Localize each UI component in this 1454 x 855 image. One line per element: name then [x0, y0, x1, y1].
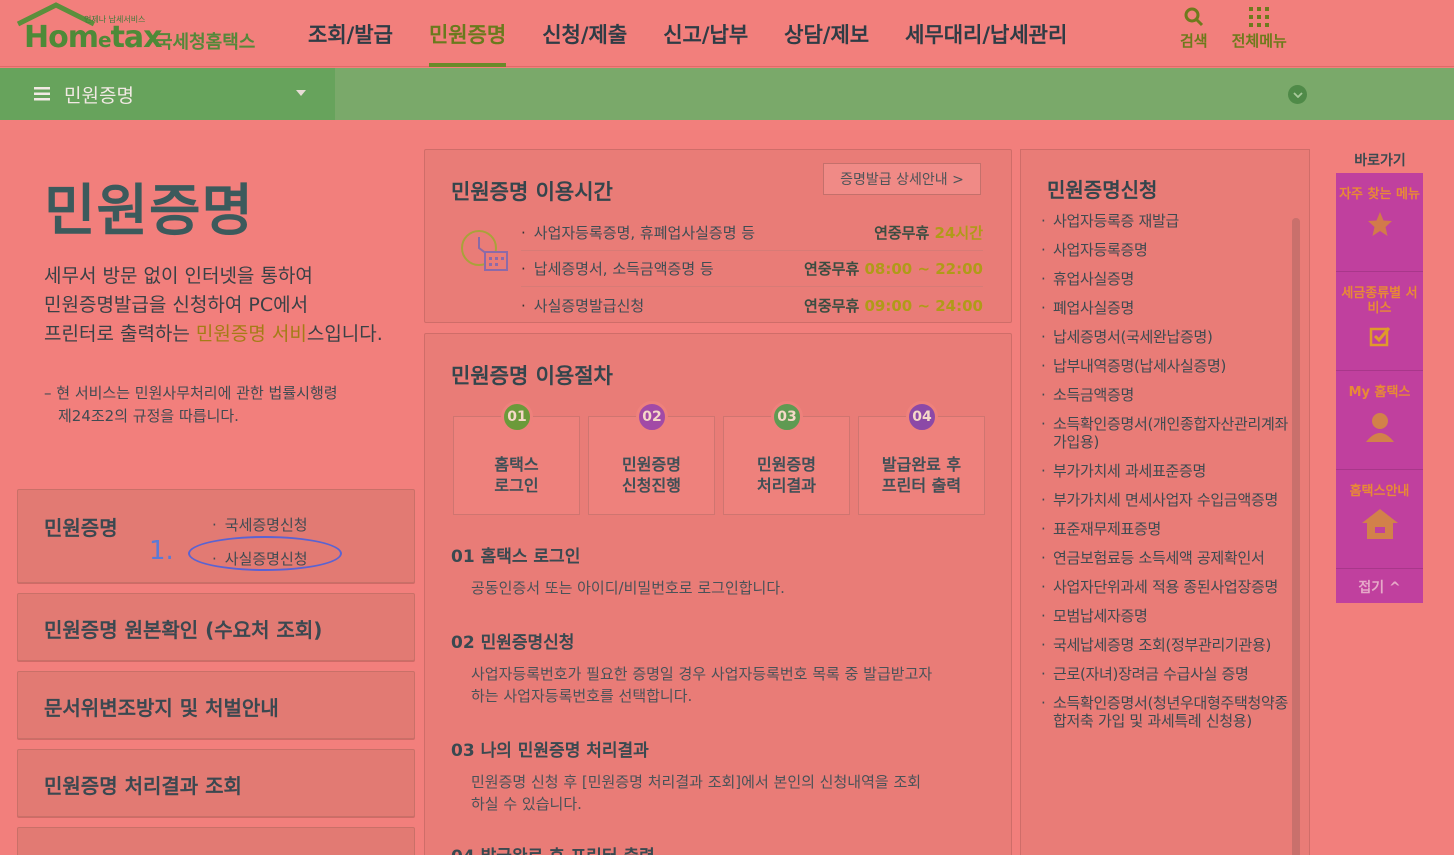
apply-item[interactable]: 사업자등록증명 [1041, 241, 1289, 259]
result-inquiry-box[interactable]: 민원증명 처리결과 조회 [17, 749, 415, 817]
grid-icon [1249, 7, 1270, 27]
nav-tax-agent[interactable]: 세무대리/납세관리 [887, 0, 1085, 67]
procedure-item: 01 홈택스 로그인 공동인증서 또는 아이디/비밀번호로 로그인합니다. [451, 547, 785, 597]
quick-hometax-guide[interactable]: 홈택스안내 [1336, 470, 1423, 569]
procedure-steps: 01 홈택스 로그인 02 민원증명 신청진행 03 민원증명 처리결과 04 발급완… [453, 401, 985, 515]
procedure-item: 02 민원증명신청 사업자등록번호가 필요한 증명일 경우 사업자등록번호 목록… [451, 633, 933, 705]
header: 언제나 납세서비스 Hometax 국세청홈택스 조회/발급 민원증명 신청/제… [0, 0, 1454, 67]
apply-item[interactable]: 납부내역증명(납세사실증명) [1041, 357, 1289, 375]
hours-row: 사실증명발급신청 연중무휴 09:00 ~ 24:00 [521, 287, 983, 323]
nav-report[interactable]: 신고/납부 [645, 0, 766, 67]
more-box[interactable] [17, 827, 415, 855]
annotation-ellipse-1 [188, 536, 342, 571]
header-tools: 검색 전체메뉴 [1180, 6, 1287, 51]
apply-title: 민원증명신청 [1047, 178, 1158, 202]
apply-item[interactable]: 소득확인증명서(청년우대형주택청약종합저축 가입 및 과세특례 신청용) [1041, 694, 1289, 730]
apply-item[interactable]: 소득금액증명 [1041, 386, 1289, 404]
checkbox-icon [1369, 327, 1390, 347]
step-card: 02 민원증명 신청진행 [588, 401, 715, 515]
apply-item[interactable]: 폐업사실증명 [1041, 299, 1289, 317]
user-icon [1365, 413, 1394, 442]
clock-calendar-icon [461, 230, 508, 271]
location-bar: 민원증명 [0, 68, 1454, 120]
hamburger-icon [34, 87, 50, 101]
certificate-box: 민원증명 국세증명신청 사실증명신청 [17, 489, 415, 583]
apply-scrollbar[interactable] [1292, 218, 1300, 855]
location-dropdown[interactable]: 민원증명 [0, 68, 335, 120]
hours-table: 사업자등록증명, 휴폐업사실증명 등 연중무휴 24시간 납세증명서, 소득금액… [521, 215, 983, 323]
procedure-item: 04 발급완료 후 프린터 출력 [451, 842, 991, 855]
apply-item[interactable]: 부가가치세 과세표준증명 [1041, 462, 1289, 480]
original-verify-box[interactable]: 민원증명 원본확인 (수요처 조회) [17, 593, 415, 661]
hours-panel: 민원증명 이용시간 증명발급 상세안내 > 사업자등록증명, 휴폐업사실증명 등… [424, 149, 1012, 323]
home-guide-icon [1361, 509, 1398, 539]
procedure-title: 민원증명 이용절차 [451, 364, 613, 388]
location-current: 민원증명 [64, 84, 134, 107]
apply-item[interactable]: 표준재무제표증명 [1041, 520, 1289, 538]
detail-guide-button[interactable]: 증명발급 상세안내 > [823, 163, 981, 195]
all-menu-label: 전체메뉴 [1231, 32, 1287, 50]
apply-panel: 민원증명신청 사업자등록증 재발급 사업자등록증명 휴업사실증명 폐업사실증명 … [1020, 149, 1310, 855]
logo-korname: 국세청홈택스 [156, 32, 256, 53]
apply-item[interactable]: 소득확인증명서(개인종합자산관리계좌 가입용) [1041, 415, 1289, 451]
search-button[interactable]: 검색 [1180, 6, 1208, 51]
location-arrow [315, 68, 335, 120]
certificate-box-title: 민원증명 [44, 516, 118, 540]
apply-item[interactable]: 연금보험료등 소득세액 공제확인서 [1041, 549, 1289, 567]
nav-consult[interactable]: 상담/제보 [766, 0, 887, 67]
hometax-logo[interactable]: 언제나 납세서비스 Hometax 국세청홈택스 [16, 2, 266, 62]
logo-brand: Hometax [24, 20, 162, 55]
star-icon [1367, 212, 1392, 236]
apply-list: 사업자등록증 재발급 사업자등록증명 휴업사실증명 폐업사실증명 납세증명서(국… [1041, 212, 1289, 741]
apply-item[interactable]: 근로(자녀)장려금 수급사실 증명 [1041, 665, 1289, 683]
hours-row: 납세증명서, 소득금액증명 등 연중무휴 08:00 ~ 22:00 [521, 251, 983, 287]
apply-item[interactable]: 국세납세증명 조회(정부관리기관용) [1041, 636, 1289, 654]
intro-text: 세무서 방문 없이 인터넷을 통하여 민원증명발급을 신청하여 PC에서 프린터… [44, 265, 383, 345]
quick-my-hometax[interactable]: My 홈택스 [1336, 371, 1423, 470]
step-card: 01 홈택스 로그인 [453, 401, 580, 515]
scrollbar-thumb[interactable] [1292, 218, 1300, 855]
expand-button[interactable] [1288, 85, 1307, 104]
quick-tax-service[interactable]: 세금종류별 서비스 [1336, 272, 1423, 371]
nav-apply[interactable]: 신청/제출 [524, 0, 645, 67]
main-nav: 조회/발급 민원증명 신청/제출 신고/납부 상담/제보 세무대리/납세관리 [290, 0, 1085, 67]
procedure-panel: 민원증명 이용절차 01 홈택스 로그인 02 민원증명 신청진행 03 민원증명 처… [424, 333, 1012, 855]
all-menu-button[interactable]: 전체메뉴 [1232, 6, 1287, 51]
apply-item[interactable]: 납세증명서(국세완납증명) [1041, 328, 1289, 346]
legal-note: – 현 서비스는 민원사무처리에 관한 법률시행령 제24조2의 규정을 따릅니… [44, 384, 338, 425]
search-icon [1184, 7, 1203, 27]
apply-item[interactable]: 휴업사실증명 [1041, 270, 1289, 288]
page-title: 민원증명 [44, 179, 255, 244]
nav-certificate[interactable]: 민원증명 [411, 0, 524, 67]
apply-item[interactable]: 사업자단위과세 적용 종된사업장증명 [1041, 578, 1289, 596]
search-label: 검색 [1180, 32, 1208, 50]
step-card: 03 민원증명 처리결과 [723, 401, 850, 515]
step-card: 04 발급완료 후 프린터 출력 [858, 401, 985, 515]
quick-favorite[interactable]: 자주 찾는 메뉴 [1336, 173, 1423, 272]
quick-title: 바로가기 [1354, 153, 1406, 169]
nav-inquiry[interactable]: 조회/발급 [290, 0, 411, 67]
caret-down-icon [296, 90, 306, 96]
forgery-prevention-box[interactable]: 문서위변조방지 및 처벌안내 [17, 671, 415, 739]
hours-row: 사업자등록증명, 휴폐업사실증명 등 연중무휴 24시간 [521, 215, 983, 251]
annotation-1: 1. [149, 536, 174, 566]
apply-item[interactable]: 사업자등록증 재발급 [1041, 212, 1289, 230]
chevron-down-icon [1292, 91, 1303, 98]
apply-item[interactable]: 부가가치세 면세사업자 수입금액증명 [1041, 491, 1289, 509]
quick-close-button[interactable]: 접기 ^ [1336, 569, 1423, 605]
hours-title: 민원증명 이용시간 [451, 180, 613, 204]
procedure-item: 03 나의 민원증명 처리결과 민원증명 신청 후 [민원증명 처리결과 조회]… [451, 741, 922, 813]
apply-item[interactable]: 모범납세자증명 [1041, 607, 1289, 625]
quick-menu: 자주 찾는 메뉴 세금종류별 서비스 My 홈택스 홈택스안내 접기 ^ [1336, 173, 1423, 603]
